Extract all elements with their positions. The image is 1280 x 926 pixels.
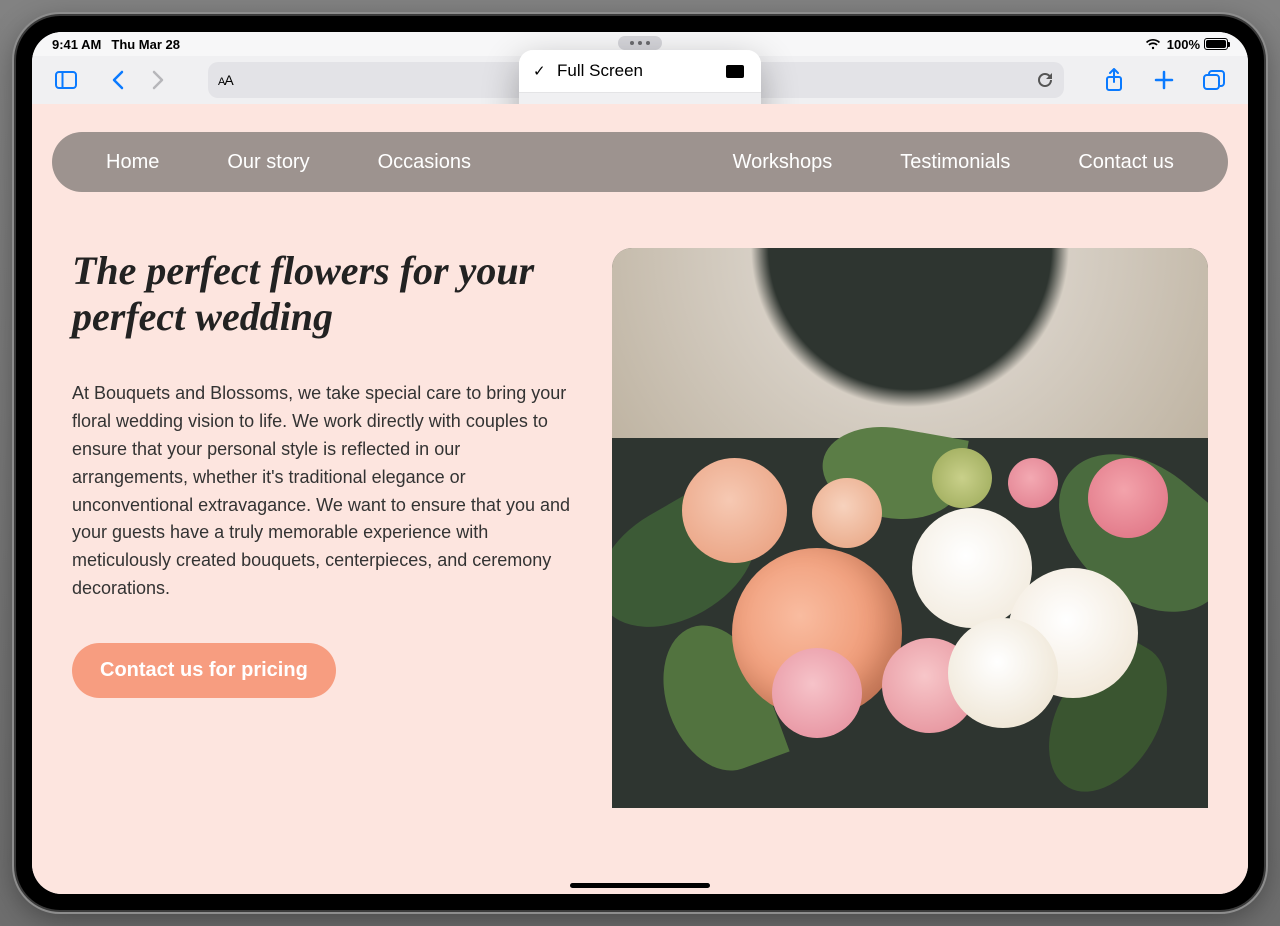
back-button[interactable]: [100, 62, 136, 98]
status-time: 9:41 AM: [52, 37, 101, 52]
nav-workshops[interactable]: Workshops: [733, 151, 833, 174]
site-nav: Home Our story Occasions Arrangements Wo…: [52, 132, 1228, 192]
menu-item-label: Full Screen: [557, 61, 643, 81]
hero-image: [612, 248, 1208, 808]
nav-home[interactable]: Home: [106, 151, 159, 174]
home-indicator[interactable]: [570, 883, 710, 888]
hero-section: The perfect flowers for your perfect wed…: [32, 192, 1248, 808]
fullscreen-icon: [725, 64, 745, 79]
cta-button[interactable]: Contact us for pricing: [72, 643, 336, 698]
new-tab-button[interactable]: [1146, 62, 1182, 98]
sidebar-button[interactable]: [48, 62, 84, 98]
share-button[interactable]: [1096, 62, 1132, 98]
status-date: Thu Mar 28: [111, 37, 180, 52]
hero-body: At Bouquets and Blossoms, we take specia…: [72, 380, 572, 603]
reload-button[interactable]: [1036, 71, 1054, 89]
webpage: Home Our story Occasions Arrangements Wo…: [32, 104, 1248, 894]
screen: 9:41 AM Thu Mar 28 100%: [32, 32, 1248, 894]
battery-percent: 100%: [1167, 37, 1200, 52]
multitasking-pill[interactable]: [618, 36, 662, 50]
nav-occasions[interactable]: Occasions: [378, 151, 471, 174]
nav-our-story[interactable]: Our story: [227, 151, 309, 174]
text-size-button[interactable]: AA: [218, 72, 233, 88]
hero-headline: The perfect flowers for your perfect wed…: [72, 248, 572, 340]
menu-fullscreen[interactable]: Full Screen: [519, 50, 761, 92]
tabs-button[interactable]: [1196, 62, 1232, 98]
ipad-frame: 9:41 AM Thu Mar 28 100%: [16, 16, 1264, 910]
wifi-icon: [1145, 38, 1161, 50]
nav-testimonials[interactable]: Testimonials: [900, 151, 1010, 174]
forward-button[interactable]: [140, 62, 176, 98]
nav-contact[interactable]: Contact us: [1078, 151, 1174, 174]
battery-indicator: 100%: [1167, 37, 1228, 52]
